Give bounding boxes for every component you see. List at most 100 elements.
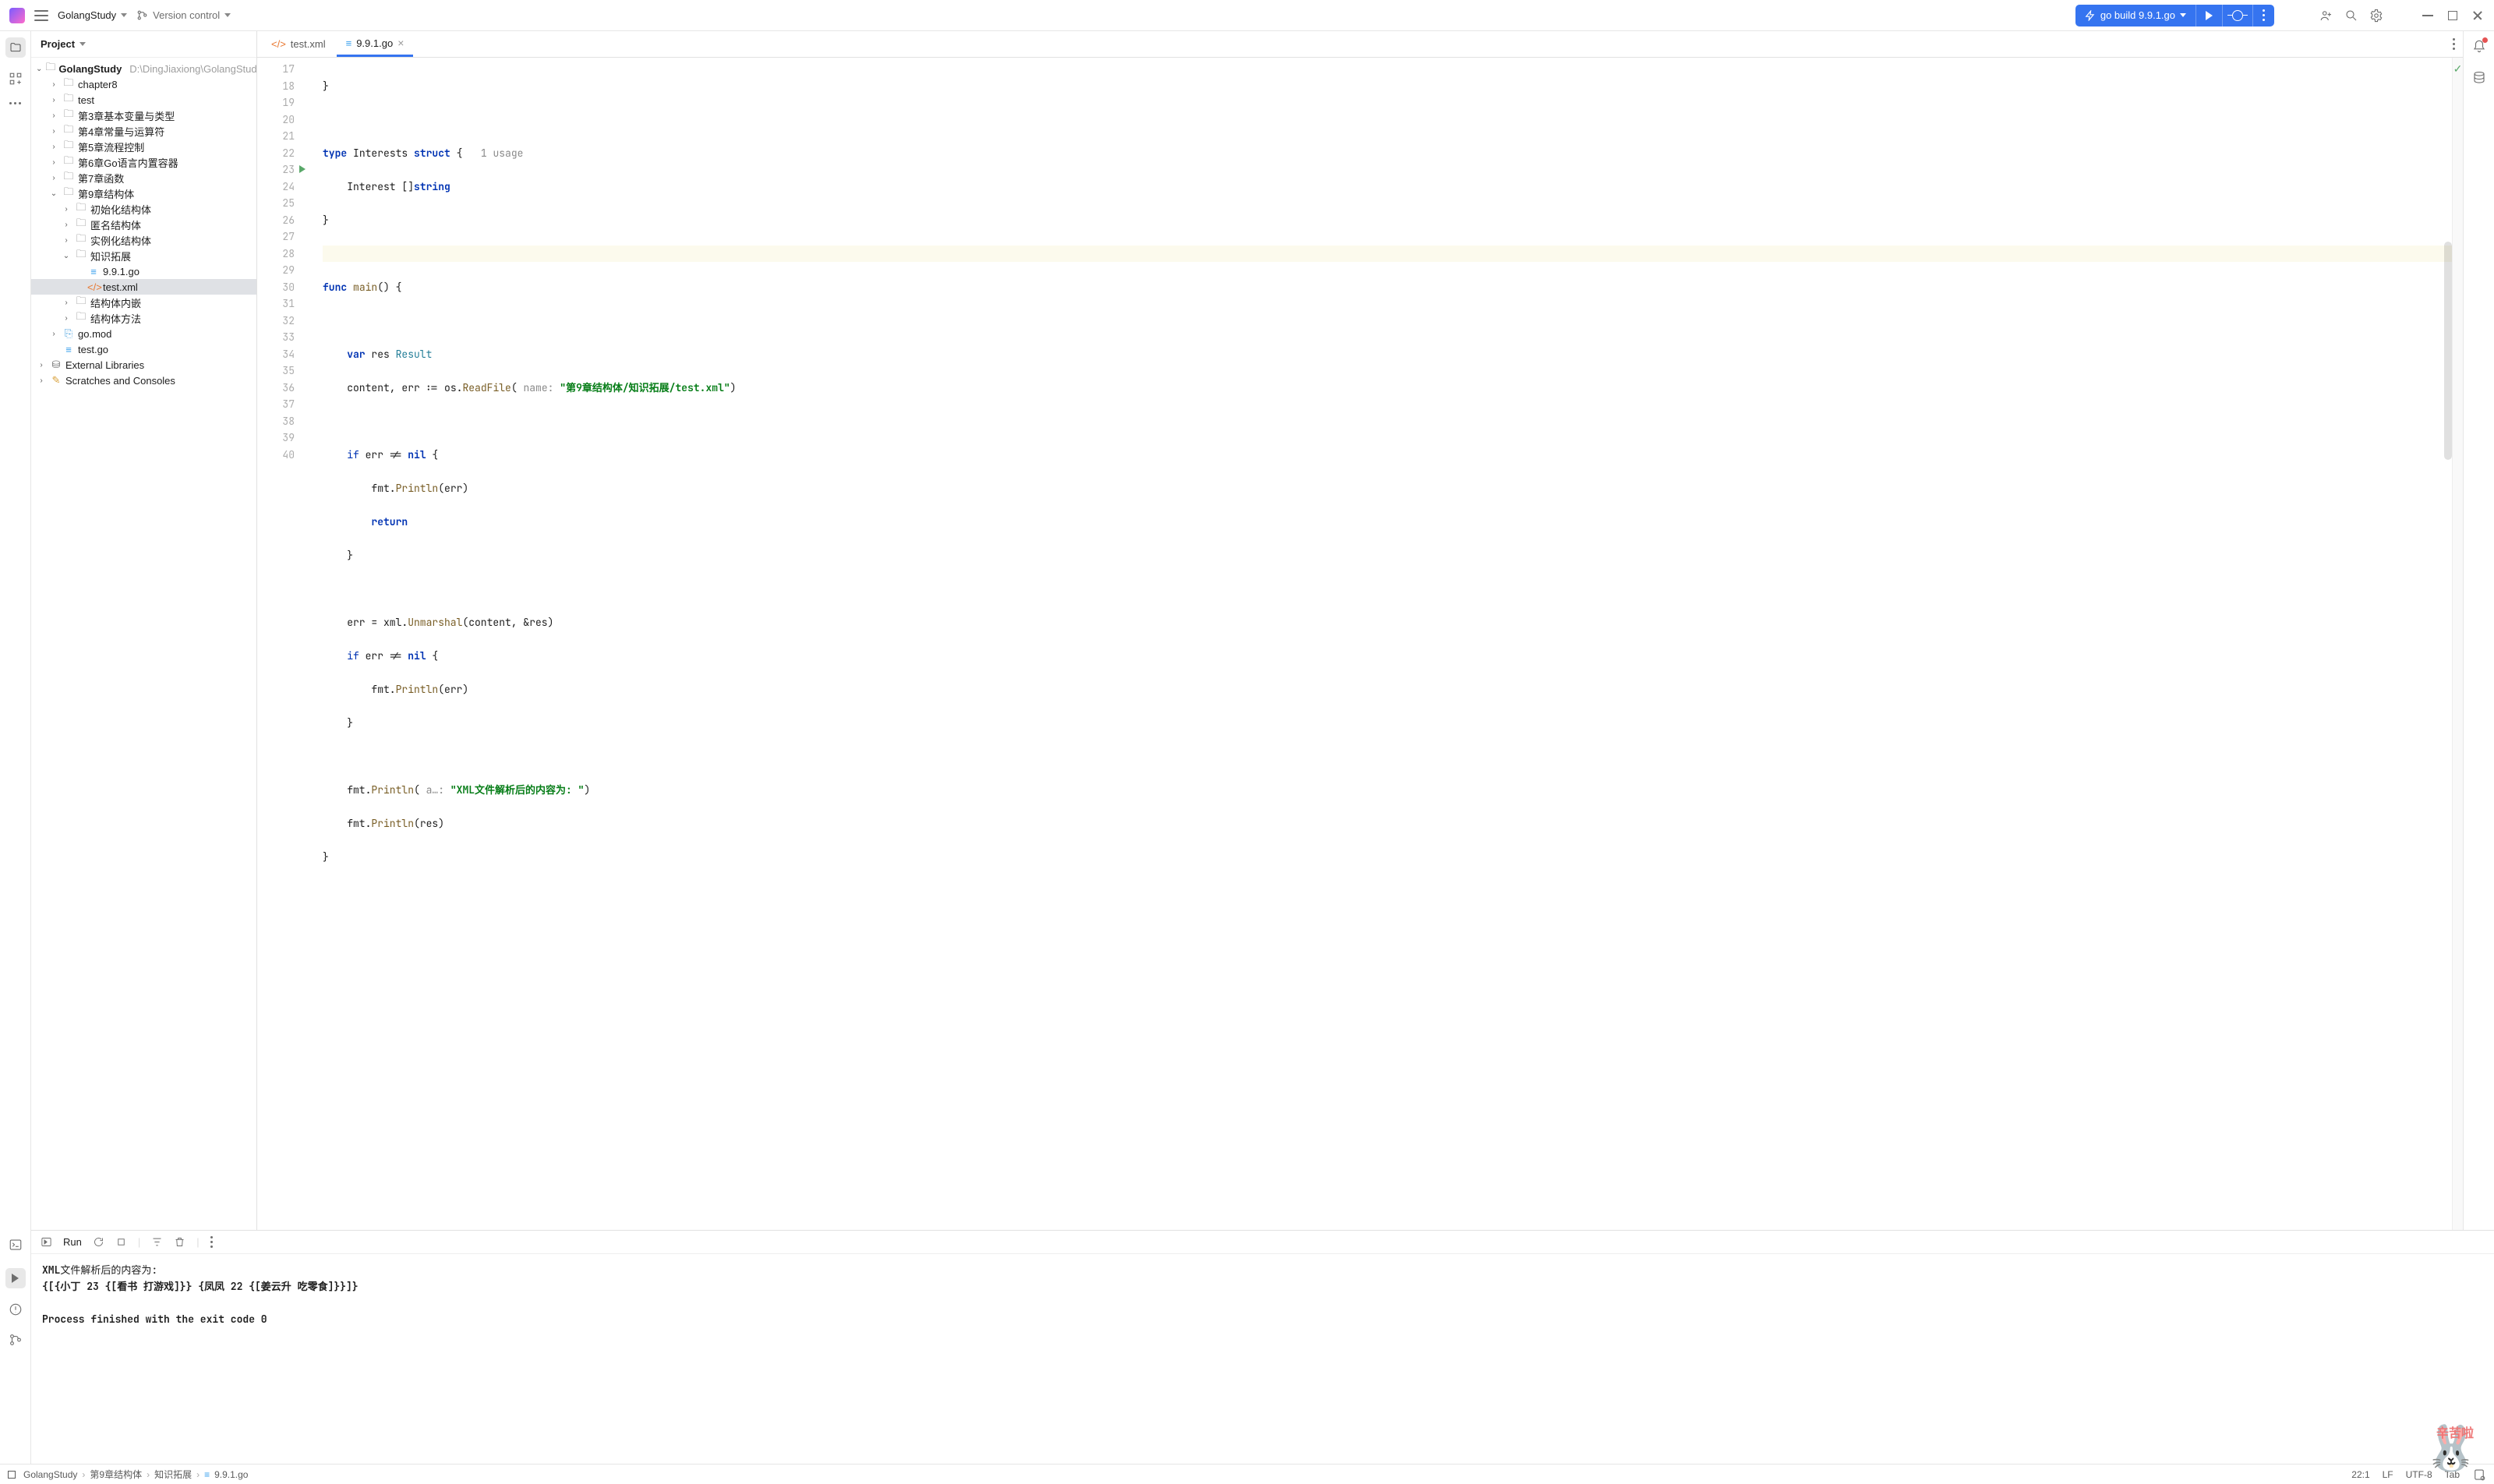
cursor-position[interactable]: 22:1 — [2351, 1469, 2369, 1480]
close-button[interactable] — [2471, 9, 2485, 23]
chevron-down-icon — [121, 13, 127, 17]
run-more-button[interactable] — [210, 1236, 213, 1248]
tree-item[interactable]: ›🗀chapter8 — [31, 76, 256, 92]
go-icon: ≡ — [204, 1469, 210, 1480]
play-icon — [2206, 11, 2213, 20]
minimize-icon — [2422, 15, 2433, 16]
editor-area: </>test.xml ≡9.9.1.go× 17181920212223242… — [257, 31, 2463, 1230]
tree-item[interactable]: ⌄🗀第9章结构体 — [31, 186, 256, 201]
project-panel: Project ⌄🗀GolangStudyD:\DingJiaxiong\Gol… — [31, 31, 257, 1230]
exit-line: Process finished with the exit code 0 — [42, 1311, 2483, 1327]
tree-root[interactable]: ⌄🗀GolangStudyD:\DingJiaxiong\GolangStudy — [31, 61, 256, 76]
notifications-button[interactable] — [2472, 39, 2486, 55]
close-icon — [2472, 10, 2483, 21]
tree-item[interactable]: ›🗀第7章函数 — [31, 170, 256, 186]
status-bar: GolangStudy› 第9章结构体› 知识拓展› ≡ 9.9.1.go 22… — [0, 1464, 2494, 1484]
right-tool-stripe — [2463, 31, 2494, 1230]
vcs-label: Version control — [153, 9, 220, 21]
run-tool-button[interactable] — [5, 1268, 26, 1288]
terminal-button[interactable] — [9, 1238, 23, 1254]
go-icon: ≡ — [346, 37, 352, 49]
maximize-icon — [2448, 11, 2457, 20]
run-config-label: go build 9.9.1.go — [2100, 9, 2175, 21]
tree-item[interactable]: ›🗀结构体方法 — [31, 310, 256, 326]
run-button[interactable] — [2195, 5, 2222, 26]
tree-file-xml[interactable]: </>test.xml — [31, 279, 256, 295]
code-editor[interactable]: 1718192021222324252627282930313233343536… — [257, 58, 2463, 1230]
minimize-button[interactable] — [2421, 9, 2435, 23]
sticker: 辛苦啦 🐰 — [2424, 1440, 2478, 1456]
more-tools-button[interactable] — [9, 102, 21, 104]
editor-scrollbar[interactable] — [2444, 242, 2452, 460]
vcs-dropdown[interactable]: Version control — [136, 9, 231, 21]
run-config-select[interactable]: go build 9.9.1.go — [2075, 5, 2195, 26]
structure-tool-button[interactable] — [9, 72, 23, 88]
tree-file-go[interactable]: ≡9.9.1.go — [31, 263, 256, 279]
tree-file-go[interactable]: ≡test.go — [31, 341, 256, 357]
inspection-strip[interactable]: ✓ — [2452, 58, 2463, 1230]
module-icon — [8, 1471, 16, 1479]
editor-tabs: </>test.xml ≡9.9.1.go× — [257, 31, 2463, 58]
chevron-down-icon — [224, 13, 231, 17]
tree-item[interactable]: ›🗀第3章基本变量与类型 — [31, 108, 256, 123]
tree-item[interactable]: ›🗀第6章Go语言内置容器 — [31, 154, 256, 170]
search-button[interactable] — [2344, 9, 2358, 23]
output-line: {[{小丁 23 {[看书 打游戏]}} {凤凤 22 {[姜云升 吃零食]}}… — [42, 1278, 2483, 1295]
code-content[interactable]: } type Interests struct { 1 usage Intere… — [318, 58, 2452, 1230]
database-button[interactable] — [2472, 71, 2486, 87]
trash-button[interactable] — [174, 1236, 185, 1248]
tree-external-libs[interactable]: ›⛁External Libraries — [31, 357, 256, 373]
run-panel: Run | | XMLXML文件解析后的内容为:文件解析后的内容为: {[{小丁… — [31, 1230, 2494, 1464]
run-toolbar-icon — [41, 1236, 52, 1248]
tree-item[interactable]: ›🗀初始化结构体 — [31, 201, 256, 217]
rerun-button[interactable] — [93, 1236, 104, 1248]
bottom-left-stripe — [0, 1230, 31, 1464]
project-tool-button[interactable] — [5, 37, 26, 58]
tree-item[interactable]: ›🗀第5章流程控制 — [31, 139, 256, 154]
more-icon — [2263, 9, 2265, 21]
tree-scratches[interactable]: ›✎Scratches and Consoles — [31, 373, 256, 388]
editor-tab-991go[interactable]: ≡9.9.1.go× — [337, 31, 414, 57]
maximize-button[interactable] — [2446, 9, 2460, 23]
main-menu-button[interactable] — [34, 10, 48, 21]
more-run-button[interactable] — [2252, 5, 2274, 26]
project-name: GolangStudy — [58, 9, 116, 21]
tree-item[interactable]: ›🗀匿名结构体 — [31, 217, 256, 232]
settings-button[interactable] — [2369, 9, 2383, 23]
chevron-down-icon — [79, 42, 86, 46]
close-icon[interactable]: × — [397, 37, 404, 49]
run-label: Run — [63, 1236, 82, 1248]
project-dropdown[interactable]: GolangStudy — [58, 9, 127, 21]
stop-button[interactable] — [115, 1236, 127, 1248]
project-tree: ⌄🗀GolangStudyD:\DingJiaxiong\GolangStudy… — [31, 58, 256, 1230]
tree-item[interactable]: ›🗀结构体内嵌 — [31, 295, 256, 310]
gutter: 1718192021222324252627282930313233343536… — [257, 58, 301, 1230]
tree-item[interactable]: ⌄🗀知识拓展 — [31, 248, 256, 263]
top-toolbar: GolangStudy Version control go build 9.9… — [0, 0, 2494, 31]
run-output[interactable]: XMLXML文件解析后的内容为:文件解析后的内容为: {[{小丁 23 {[看书… — [31, 1254, 2494, 1464]
filter-button[interactable] — [151, 1236, 163, 1248]
chevron-down-icon — [2180, 13, 2186, 17]
tree-item[interactable]: ›🗀第4章常量与运算符 — [31, 123, 256, 139]
app-icon — [9, 8, 25, 23]
tree-file-gomod[interactable]: ›⎘go.mod — [31, 326, 256, 341]
project-panel-title: Project — [41, 38, 75, 50]
project-panel-header[interactable]: Project — [31, 31, 256, 58]
tree-item[interactable]: ›🗀test — [31, 92, 256, 108]
check-icon: ✓ — [2453, 62, 2463, 76]
run-config-widget: go build 9.9.1.go — [2075, 5, 2274, 26]
bug-icon — [2232, 10, 2243, 21]
editor-tab-testxml[interactable]: </>test.xml — [262, 31, 335, 57]
run-toolbar: Run | | — [31, 1231, 2494, 1254]
line-separator[interactable]: LF — [2383, 1469, 2393, 1480]
editor-tabs-more[interactable] — [2453, 38, 2455, 50]
code-with-me-button[interactable] — [2319, 9, 2333, 23]
tree-item[interactable]: ›🗀实例化结构体 — [31, 232, 256, 248]
debug-button[interactable] — [2222, 5, 2252, 26]
xml-icon: </> — [271, 38, 286, 50]
git-button[interactable] — [9, 1333, 23, 1349]
problems-button[interactable] — [9, 1302, 23, 1319]
breadcrumbs[interactable]: GolangStudy› 第9章结构体› 知识拓展› ≡ 9.9.1.go — [8, 1468, 248, 1481]
play-icon — [12, 1274, 19, 1283]
left-tool-stripe — [0, 31, 31, 1230]
